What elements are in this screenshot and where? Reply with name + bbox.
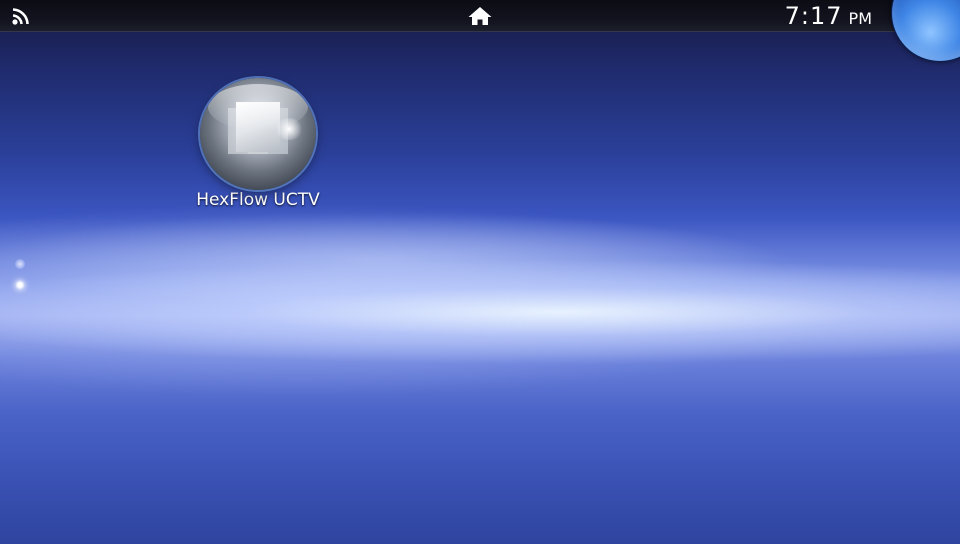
notification-bubble[interactable] bbox=[891, 0, 960, 62]
page-dot-2-active[interactable] bbox=[15, 280, 25, 290]
clock: 7:17 PM bbox=[785, 2, 872, 30]
wifi-icon bbox=[11, 6, 35, 26]
clock-ampm: PM bbox=[848, 9, 872, 28]
page-dot-1[interactable] bbox=[15, 259, 25, 269]
app-tile-hexflow-uctv[interactable]: HexFlow UCTV bbox=[170, 78, 346, 218]
home-icon[interactable] bbox=[467, 5, 493, 27]
app-label: HexFlow UCTV bbox=[196, 190, 320, 210]
page-indicator bbox=[13, 257, 27, 297]
bubble-shine bbox=[274, 118, 304, 140]
status-bar: 7:17 PM bbox=[0, 0, 960, 32]
app-bubble-icon[interactable] bbox=[200, 78, 316, 190]
clock-time: 7:17 bbox=[784, 2, 843, 30]
